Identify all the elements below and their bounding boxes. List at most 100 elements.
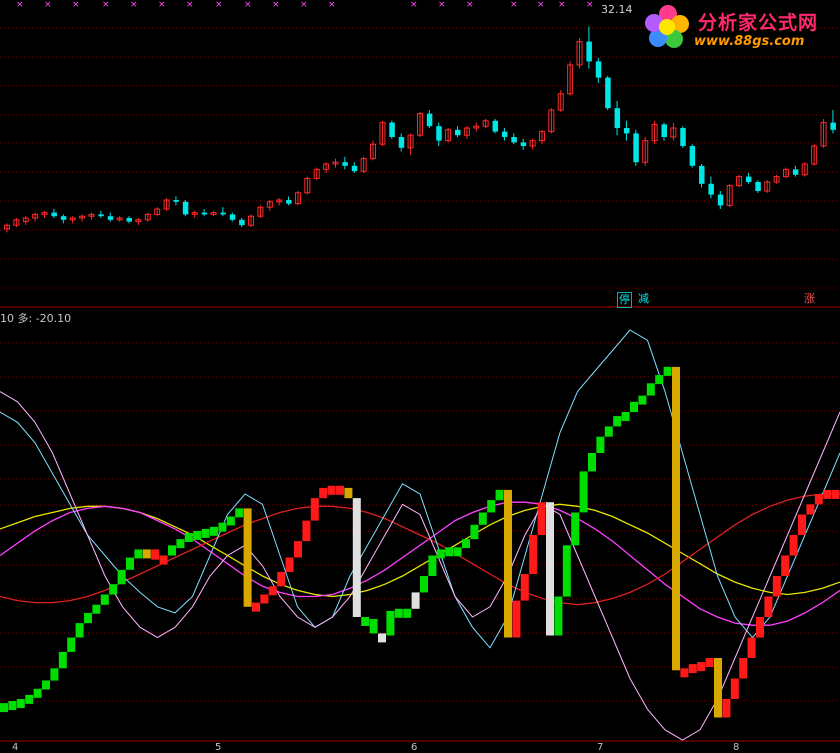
indicator-block	[722, 699, 731, 718]
candle-body	[398, 137, 405, 148]
indicator-block	[285, 557, 294, 572]
indicator-blocks	[0, 366, 840, 718]
indicator-block	[84, 612, 92, 624]
indicator-block	[436, 549, 445, 559]
candle-body	[220, 212, 226, 215]
flower-icon	[645, 5, 689, 48]
indicator-block	[739, 658, 748, 679]
candle	[605, 75, 611, 110]
indicator-block	[151, 549, 160, 560]
candle	[22, 216, 29, 226]
candle	[332, 158, 339, 168]
indicator-block	[50, 668, 59, 681]
top-signal-mark: ×	[16, 0, 24, 10]
indicator-block	[823, 489, 832, 499]
candle	[445, 128, 452, 143]
indicator-block	[764, 596, 773, 617]
top-signal-mark: ×	[510, 0, 518, 10]
top-signal-mark: ×	[586, 0, 594, 10]
candle	[708, 176, 714, 199]
candle	[210, 210, 217, 217]
indicator-block	[302, 520, 311, 542]
candle	[492, 119, 499, 134]
candle	[32, 212, 39, 222]
indicator-block	[16, 699, 25, 708]
indicator-block	[378, 633, 386, 643]
logo-url: www.88gs.com	[694, 34, 805, 49]
indicator-value-label: 10 多: -20.10	[0, 312, 72, 325]
candle	[88, 212, 95, 220]
candle-body	[342, 162, 348, 166]
candle	[576, 38, 583, 69]
candle	[538, 129, 545, 145]
indicator-block	[243, 508, 252, 607]
candle	[154, 207, 161, 217]
indicator-block	[638, 395, 647, 405]
candle	[220, 207, 226, 217]
indicator-block	[705, 658, 714, 667]
indicator-block	[210, 526, 218, 536]
indicator-block	[428, 555, 437, 576]
top-signal-mark: ×	[102, 0, 110, 10]
indicator-block	[184, 533, 193, 542]
candle-body	[586, 41, 592, 62]
indicator-block	[688, 664, 697, 674]
top-signal-mark: ×	[300, 0, 308, 10]
indicator-block	[789, 535, 798, 556]
candle	[557, 90, 564, 112]
date-tick: 7	[597, 742, 604, 753]
candle	[689, 144, 696, 168]
indicator-block	[571, 512, 580, 546]
top-signal-mark: ×	[130, 0, 138, 10]
main-chart: × × × × × × × × × × × × × × × × × × ×	[0, 0, 840, 742]
indicator-block	[92, 604, 101, 614]
indicator-block	[352, 498, 361, 617]
site-logo: 分析家公式网 www.88gs.com	[640, 2, 838, 54]
top-signal-mark: ×	[44, 0, 52, 10]
indicator-block	[646, 383, 655, 396]
candle	[820, 119, 827, 148]
indicator-block	[126, 557, 134, 570]
indicator-block	[403, 608, 412, 618]
top-signal-mark: ×	[438, 0, 446, 10]
candle	[426, 110, 433, 128]
indicator-block	[655, 375, 664, 385]
indicator-block	[8, 701, 17, 710]
top-signal-mark: ×	[158, 0, 166, 10]
candle-body	[426, 113, 433, 127]
date-tick: 6	[411, 742, 418, 753]
candle	[473, 122, 480, 132]
candle	[642, 137, 649, 166]
candle-body	[501, 131, 508, 137]
candle	[294, 191, 301, 206]
indicator-block	[579, 471, 588, 513]
indicator-block	[672, 366, 680, 671]
indicator-block	[697, 662, 706, 672]
candle	[266, 200, 273, 211]
candle	[323, 162, 330, 173]
candle-body	[455, 129, 461, 136]
candle	[782, 167, 789, 179]
candle	[107, 212, 114, 222]
chart-window: { "logo": {"title": "分析家公式网", "url": "ww…	[0, 0, 840, 753]
indicator-block	[67, 637, 76, 652]
indicator-block	[806, 504, 815, 515]
indicator-block	[235, 508, 244, 518]
indicator-block	[604, 426, 613, 437]
top-signal-mark: ×	[244, 0, 252, 10]
indicator-block	[394, 608, 403, 618]
top-signal-mark: ×	[272, 0, 280, 10]
candle	[792, 165, 799, 177]
indicator-block	[420, 576, 428, 593]
candle	[398, 133, 405, 152]
candle	[463, 126, 470, 139]
candle-body	[511, 137, 517, 143]
indicator-block	[226, 516, 235, 526]
candle	[501, 128, 508, 141]
indicator-block	[529, 535, 538, 574]
indicator-block	[218, 522, 227, 532]
candle	[60, 214, 67, 224]
top-signal-marks: × × × × × × × × × × × × × × × × × × ×	[16, 0, 594, 10]
candle-body	[60, 216, 67, 220]
indicator-block	[319, 487, 328, 499]
